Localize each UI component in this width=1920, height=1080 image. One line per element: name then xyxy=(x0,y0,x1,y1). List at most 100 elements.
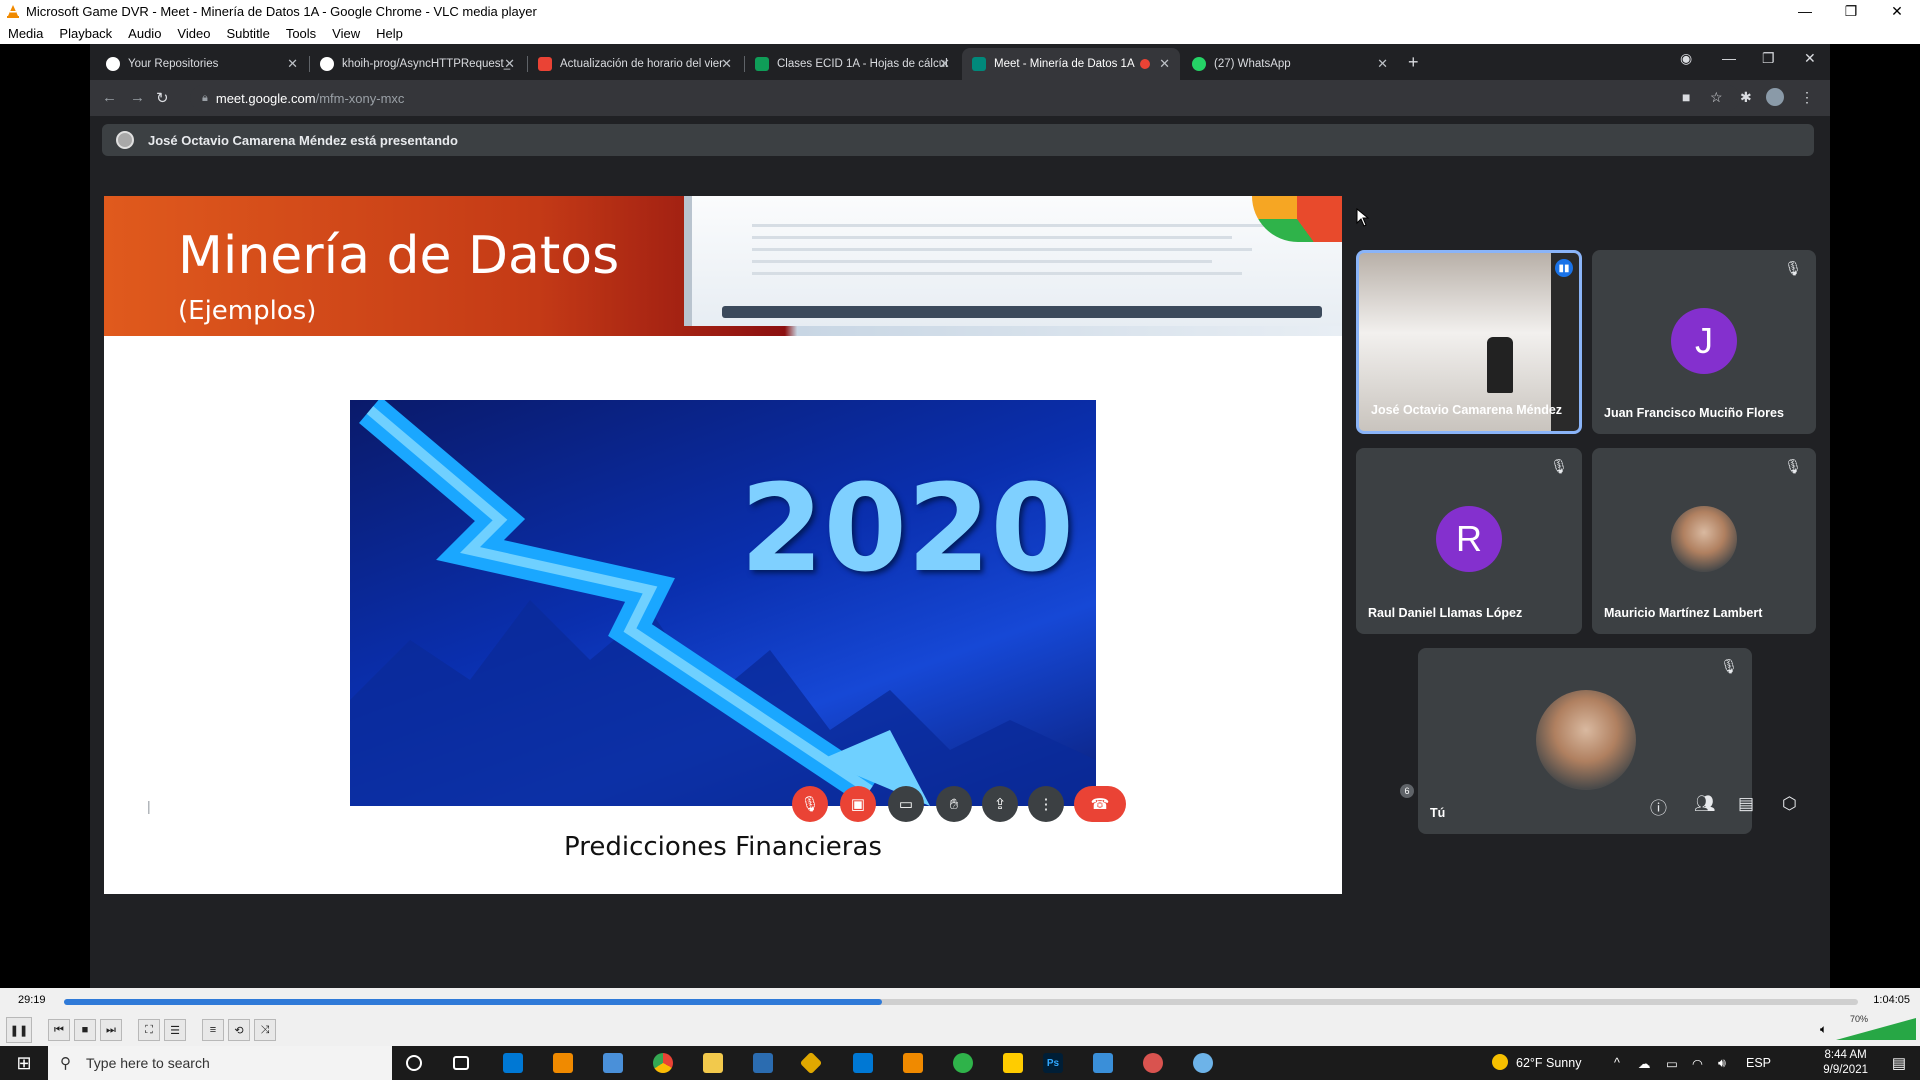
speaker-icon[interactable]: 🔈︎ xyxy=(1820,1022,1827,1037)
video-frame[interactable]: Your Repositories ✕ khoih-prog/AsyncHTTP… xyxy=(0,44,1920,988)
restore-icon[interactable]: ❐ xyxy=(1828,0,1874,22)
windows-start-icon[interactable]: ⊞ xyxy=(0,1046,48,1080)
fullscreen-icon[interactable]: ⛶ xyxy=(138,1019,160,1041)
notifications-icon[interactable]: ▤ xyxy=(1892,1054,1906,1072)
maximize-icon[interactable]: ❐ xyxy=(1762,50,1775,67)
mail-icon[interactable] xyxy=(503,1053,523,1073)
onedrive-icon[interactable]: ☁ xyxy=(1638,1056,1651,1071)
bookmark-star-icon[interactable]: ☆ xyxy=(1710,89,1723,106)
volume-level: 70% xyxy=(1850,1014,1869,1024)
tab-whatsapp[interactable]: (27) WhatsApp ✕ xyxy=(1182,48,1398,80)
present-button[interactable]: ⇪ xyxy=(982,786,1018,822)
volume-icon[interactable]: 🔊︎ xyxy=(1718,1056,1726,1071)
app-icon[interactable] xyxy=(1193,1053,1213,1073)
camera-toggle-button[interactable]: ▣ xyxy=(840,786,876,822)
chrome-taskbar-icon[interactable] xyxy=(653,1053,673,1073)
back-icon[interactable]: ← xyxy=(102,89,117,106)
participant-avatar xyxy=(1536,690,1636,790)
raise-hand-button[interactable]: ✋︎ xyxy=(936,786,972,822)
app-icon[interactable] xyxy=(603,1053,623,1073)
tab-asynchttprequest[interactable]: khoih-prog/AsyncHTTPRequest_ ✕ xyxy=(310,48,525,80)
close-tab-icon[interactable]: ✕ xyxy=(504,56,515,72)
mic-toggle-button[interactable]: 🎙︎ xyxy=(792,786,828,822)
close-icon[interactable]: ✕ xyxy=(1804,50,1816,67)
mic-off-icon: 🎙︎ xyxy=(1550,458,1568,474)
minimize-icon[interactable]: — xyxy=(1782,0,1828,22)
sourcetree-icon[interactable] xyxy=(799,1051,823,1075)
participant-tile-juan[interactable]: 🎙︎ J Juan Francisco Muciño Flores xyxy=(1592,250,1816,434)
meeting-info-icon[interactable]: ⓘ xyxy=(1650,794,1667,819)
menu-subtitle[interactable]: Subtitle xyxy=(218,26,277,41)
cortana-icon[interactable] xyxy=(406,1055,422,1071)
seek-slider[interactable] xyxy=(64,999,1858,1005)
reload-icon[interactable]: ↻ xyxy=(156,89,169,107)
more-options-button[interactable]: ⋮ xyxy=(1028,786,1064,822)
close-tab-icon[interactable]: ✕ xyxy=(1159,56,1170,72)
chrome-menu-icon[interactable]: ⋮ xyxy=(1800,89,1814,106)
taskbar-search-box[interactable]: ⚲ Type here to search xyxy=(48,1046,392,1080)
close-icon[interactable]: ✕ xyxy=(1874,0,1920,22)
battery-icon[interactable]: ▭ xyxy=(1666,1056,1678,1071)
app-icon[interactable] xyxy=(1143,1053,1163,1073)
tab-search-icon[interactable]: ◉ xyxy=(1680,50,1692,67)
participant-name: José Octavio Camarena Méndez xyxy=(1371,403,1563,417)
captions-button[interactable]: ▭ xyxy=(888,786,924,822)
file-explorer-icon[interactable] xyxy=(703,1053,723,1073)
tab-gmail[interactable]: Actualización de horario del vier ✕ xyxy=(528,48,742,80)
extended-settings-icon[interactable]: ☰ xyxy=(164,1019,186,1041)
participant-tile-mauricio[interactable]: 🎙︎ Mauricio Martínez Lambert xyxy=(1592,448,1816,634)
stop-icon[interactable]: ■ xyxy=(74,1019,96,1041)
previous-icon[interactable]: ⏮︎ xyxy=(48,1019,70,1041)
pause-button[interactable]: ❚❚ xyxy=(6,1017,32,1043)
menu-help[interactable]: Help xyxy=(368,26,411,41)
language-indicator[interactable]: ESP xyxy=(1746,1056,1771,1070)
app-icon[interactable] xyxy=(1003,1053,1023,1073)
weather-text[interactable]: 62°F Sunny xyxy=(1516,1056,1581,1070)
menu-tools[interactable]: Tools xyxy=(278,26,324,41)
participant-tile-presenter[interactable]: ▮▮ José Octavio Camarena Méndez xyxy=(1356,250,1582,434)
volume-slider[interactable] xyxy=(1836,1018,1916,1040)
powershell-icon[interactable] xyxy=(753,1053,773,1073)
app-icon[interactable] xyxy=(1093,1053,1113,1073)
task-view-icon[interactable] xyxy=(453,1056,469,1070)
close-tab-icon[interactable]: ✕ xyxy=(721,56,732,72)
sublime-text-icon[interactable] xyxy=(903,1053,923,1073)
forward-icon[interactable]: → xyxy=(130,89,145,106)
vlc-taskbar-icon[interactable] xyxy=(553,1053,573,1073)
tab-sheets[interactable]: Clases ECID 1A - Hojas de cálcul ✕ xyxy=(745,48,960,80)
camera-icon[interactable]: ■ xyxy=(1682,89,1690,105)
participant-avatar xyxy=(1671,506,1737,572)
leave-call-button[interactable]: ☎︎ xyxy=(1074,786,1126,822)
people-icon[interactable]: 👥︎ xyxy=(1694,794,1716,814)
app-icon[interactable] xyxy=(953,1053,973,1073)
menu-video[interactable]: Video xyxy=(169,26,218,41)
menu-view[interactable]: View xyxy=(324,26,368,41)
chevron-up-icon[interactable]: ^ xyxy=(1614,1056,1620,1070)
wifi-icon[interactable]: ◠ xyxy=(1692,1056,1703,1071)
activities-icon[interactable]: ⬡ xyxy=(1782,794,1797,814)
playlist-icon[interactable]: ≡ xyxy=(202,1019,224,1041)
shuffle-icon[interactable]: ⤨ xyxy=(254,1019,276,1041)
extensions-icon[interactable]: ✱ xyxy=(1740,89,1752,106)
tab-meet[interactable]: Meet - Minería de Datos 1A ✕ xyxy=(962,48,1180,80)
chat-icon[interactable]: ▤ xyxy=(1738,794,1754,814)
menu-playback[interactable]: Playback xyxy=(51,26,120,41)
close-tab-icon[interactable]: ✕ xyxy=(939,56,950,72)
tab-label: Actualización de horario del vier xyxy=(560,58,724,70)
minimize-icon[interactable]: — xyxy=(1722,50,1736,66)
photoshop-icon[interactable]: Ps xyxy=(1043,1053,1063,1073)
menu-audio[interactable]: Audio xyxy=(120,26,169,41)
close-tab-icon[interactable]: ✕ xyxy=(287,56,298,72)
vscode-icon[interactable] xyxy=(853,1053,873,1073)
participant-tile-raul[interactable]: 🎙︎ R Raul Daniel Llamas López xyxy=(1356,448,1582,634)
taskbar-clock[interactable]: 8:44 AM 9/9/2021 xyxy=(1823,1048,1868,1078)
vlc-title-bar: Microsoft Game DVR - Meet - Minería de D… xyxy=(0,0,1920,22)
loop-icon[interactable]: ⟲ xyxy=(228,1019,250,1041)
profile-avatar[interactable] xyxy=(1766,88,1784,106)
close-tab-icon[interactable]: ✕ xyxy=(1377,56,1388,72)
new-tab-icon[interactable]: + xyxy=(1408,52,1419,73)
tab-repositories[interactable]: Your Repositories ✕ xyxy=(96,48,308,80)
menu-media[interactable]: Media xyxy=(0,26,51,41)
next-icon[interactable]: ⏭︎ xyxy=(100,1019,122,1041)
url-field[interactable]: 🔒︎ meet.google.com/mfm-xony-mxc xyxy=(190,85,1740,111)
